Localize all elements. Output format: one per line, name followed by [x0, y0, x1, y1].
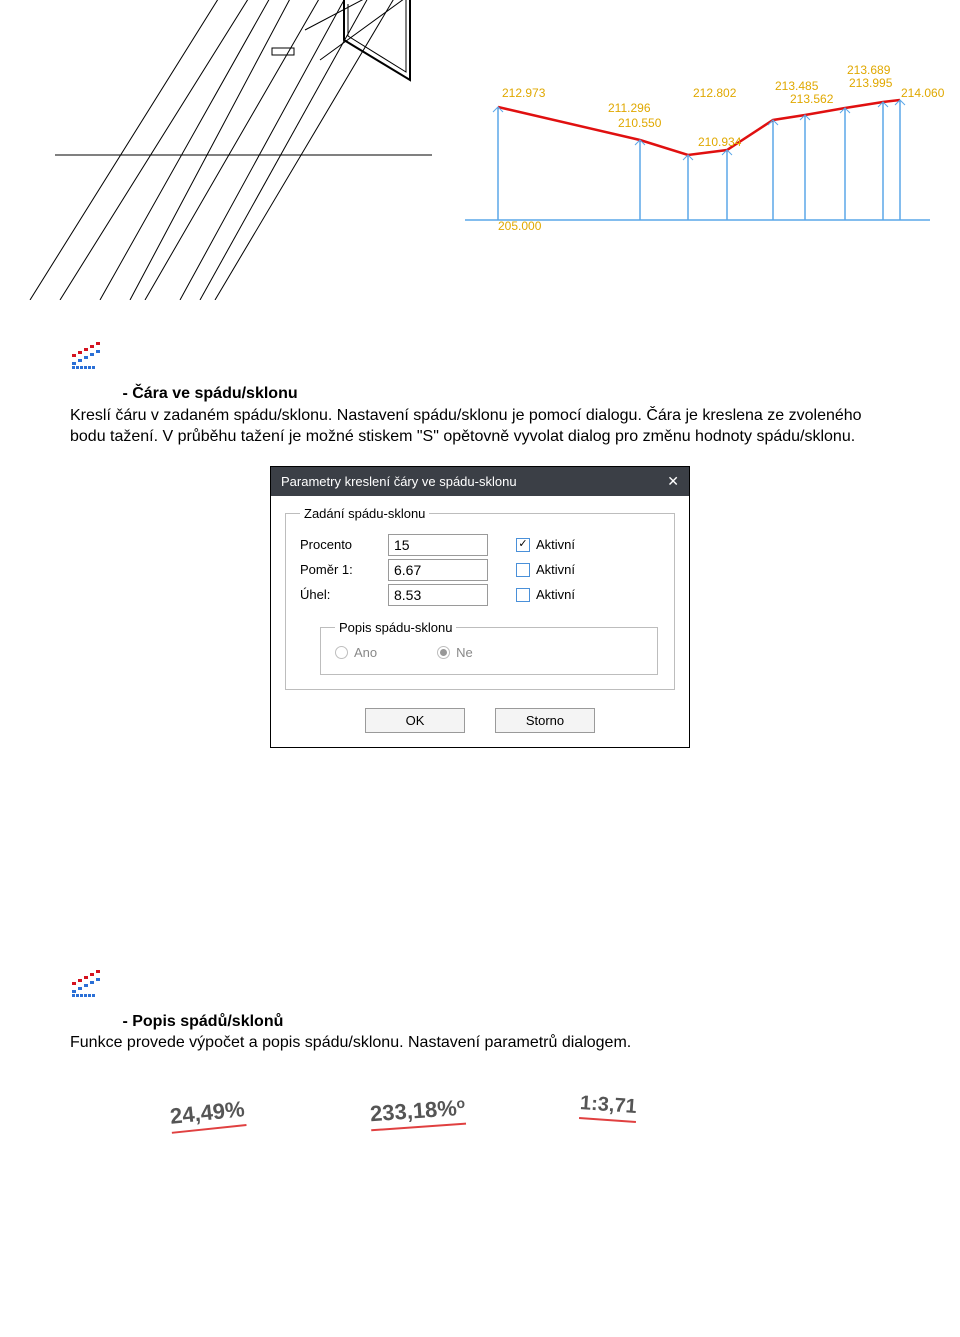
radio-ne[interactable]: Ne [437, 645, 473, 660]
section1-paragraph: - Čára ve spádu/sklonu Kreslí čáru v zad… [70, 383, 890, 448]
section2-text: Funkce provede výpočet a popis spádu/skl… [70, 1034, 631, 1051]
reference-label: 205.000 [498, 219, 542, 233]
section2-heading: - Popis spádů/sklonů [122, 1013, 283, 1030]
section-icon-2 [70, 968, 890, 1003]
slope-annotation-examples: 24,49% 233,18%o 1:3,71 [70, 1074, 890, 1154]
slope-label-permille: 233,18%o [369, 1095, 466, 1128]
section1-heading: - Čára ve spádu/sklonu [122, 385, 297, 402]
fieldset-label: Zadání spádu-sklonu [300, 506, 429, 521]
checkbox-procento[interactable]: ✓ [516, 538, 530, 552]
elevation-label: 213.562 [790, 92, 834, 106]
radio-ano[interactable]: Ano [335, 645, 377, 660]
slope-label-ratio: 1:3,71 [579, 1092, 637, 1119]
checkbox-pomer[interactable] [516, 563, 530, 577]
elevation-label: 210.550 [618, 116, 662, 130]
input-uhel[interactable]: 8.53 [388, 584, 488, 606]
elevation-label: 212.802 [693, 86, 737, 100]
row-pomer: Poměr 1: 6.67 Aktivní [300, 559, 660, 581]
section-cara-ve-spadu: - Čára ve spádu/sklonu Kreslí čáru v zad… [0, 340, 960, 748]
active-label-0: Aktivní [536, 537, 575, 552]
active-label-1: Aktivní [536, 562, 575, 577]
input-pomer[interactable]: 6.67 [388, 559, 488, 581]
elevation-label: 213.689 [847, 63, 891, 77]
elevation-label: 211.296 [608, 101, 651, 115]
dialog-titlebar[interactable]: Parametry kreslení čáry ve spádu-sklonu … [271, 467, 689, 496]
row-procento: Procento 15 ✓ Aktivní [300, 534, 660, 556]
cross-section-svg: 205.000 [0, 0, 960, 300]
cross-section-figure: 205.000 [0, 0, 960, 300]
ok-button[interactable]: OK [365, 708, 465, 733]
input-procento[interactable]: 15 [388, 534, 488, 556]
fieldset-zadani: Zadání spádu-sklonu Procento 15 ✓ Aktivn… [285, 506, 675, 690]
cancel-button[interactable]: Storno [495, 708, 595, 733]
row-uhel: Úhel: 8.53 Aktivní [300, 584, 660, 606]
inner-fieldset-label: Popis spádu-sklonu [335, 620, 456, 635]
label-uhel: Úhel: [300, 587, 380, 602]
section-icon [70, 340, 890, 375]
elevation-label: 214.060 [901, 86, 945, 100]
active-label-2: Aktivní [536, 587, 575, 602]
close-icon[interactable]: ✕ [667, 473, 679, 490]
slope-label-percent: 24,49% [169, 1096, 246, 1130]
elevation-label: 212.973 [502, 86, 546, 100]
section-popis-spadu: - Popis spádů/sklonů Funkce provede výpo… [0, 968, 960, 1054]
dialog-title-text: Parametry kreslení čáry ve spádu-sklonu [281, 474, 517, 489]
section1-text: Kreslí čáru v zadaném spádu/sklonu. Nast… [70, 407, 862, 446]
section2-paragraph: - Popis spádů/sklonů Funkce provede výpo… [70, 1011, 890, 1054]
label-procento: Procento [300, 537, 380, 552]
label-pomer: Poměr 1: [300, 562, 380, 577]
elevation-label: 213.485 [775, 79, 819, 93]
checkbox-uhel[interactable] [516, 588, 530, 602]
fieldset-popis: Popis spádu-sklonu Ano Ne [320, 620, 658, 675]
slope-parameters-dialog: Parametry kreslení čáry ve spádu-sklonu … [270, 466, 690, 748]
elevation-label: 210.934 [698, 135, 742, 149]
elevation-label: 213.995 [849, 76, 893, 90]
